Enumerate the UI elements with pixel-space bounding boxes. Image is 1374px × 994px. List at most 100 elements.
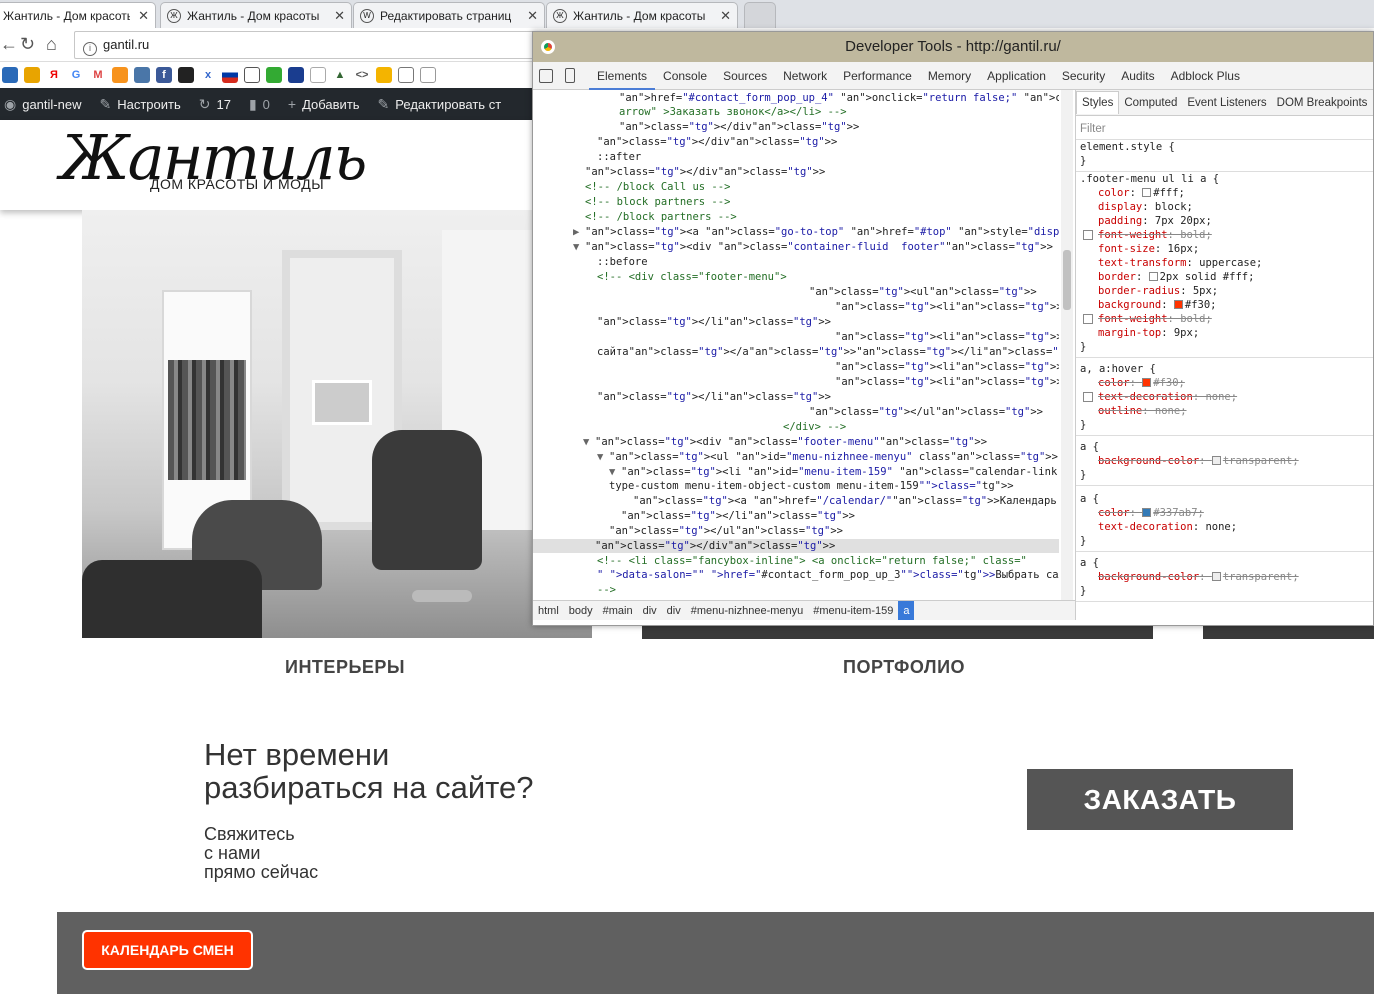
breadcrumb-item[interactable]: #main	[598, 601, 638, 620]
folder-icon[interactable]	[420, 67, 436, 83]
css-declaration[interactable]: color: #337ab7;	[1098, 506, 1204, 520]
new-tab-button[interactable]	[744, 2, 776, 28]
selected-dom-node[interactable]: "an">class="tg"><a "an">href="/calendar/…	[633, 494, 1059, 509]
dom-node-line[interactable]: "an">class="tg"></li"an">class="tg">>	[597, 390, 831, 405]
admin-updates-link[interactable]: ↻ 17	[199, 96, 231, 113]
bookmark-icon[interactable]	[178, 67, 194, 83]
portfolio-title[interactable]: ПОРТФОЛИО	[843, 657, 965, 678]
css-selector[interactable]: a {	[1080, 492, 1099, 506]
dom-node-line[interactable]: "an">class="tg"></ul"an">class="tg">>	[609, 524, 843, 539]
admin-customize-link[interactable]: ✎ Настроить	[99, 96, 180, 113]
devtools-titlebar[interactable]: Developer Tools - http://gantil.ru/	[533, 32, 1373, 62]
expand-arrow-icon[interactable]: ▼	[583, 435, 589, 450]
tab-computed[interactable]: Computed	[1119, 90, 1182, 116]
browser-tab-4[interactable]: Ж Жантиль - Дом красоты ✕	[546, 2, 738, 28]
dom-node-line[interactable]: "an">class="tg"></ul"an">class="tg">>	[809, 405, 1043, 420]
css-declaration[interactable]: color: #f30;	[1098, 376, 1185, 390]
dom-node-line[interactable]: "an">href="#contact_form_pop_up_4" "an">…	[619, 91, 1059, 106]
css-declaration[interactable]: display: block;	[1098, 200, 1193, 214]
address-bar[interactable]: i gantil.ru	[74, 31, 534, 59]
tab-security[interactable]: Security	[1054, 62, 1113, 90]
dom-node-line[interactable]: ▼ "an">class="tg"><ul "an">id="menu-nizhn…	[597, 450, 1058, 465]
dom-node-line[interactable]: "an">class="tg"><li"an">class="tg">>"an"…	[835, 375, 1059, 390]
tab-memory[interactable]: Memory	[920, 62, 979, 90]
css-selector[interactable]: .footer-menu ul li a {	[1080, 172, 1219, 186]
tab-adblock-plus[interactable]: Adblock Plus	[1163, 62, 1248, 90]
breadcrumb-item[interactable]: html	[533, 601, 564, 620]
css-declaration[interactable]: padding: 7px 20px;	[1098, 214, 1212, 228]
dom-node-line[interactable]: ::before	[597, 255, 648, 270]
dom-node-line[interactable]: "an">class="tg"></li"an">class="tg">>	[597, 315, 831, 330]
browser-tab-3[interactable]: W Редактировать страниц ✕	[353, 2, 545, 28]
tab-network[interactable]: Network	[775, 62, 835, 90]
css-selector[interactable]: element.style {	[1080, 140, 1175, 154]
flag-icon[interactable]	[222, 67, 238, 83]
dom-node-line[interactable]: "an">class="tg"><li"an">class="tg">>"an"…	[835, 330, 1059, 345]
bookmark-icon[interactable]: x	[200, 67, 216, 83]
dom-node-line[interactable]: сайта"an">class="tg"></a"an">class="tg">…	[597, 345, 1059, 360]
css-selector[interactable]: }	[1080, 468, 1086, 482]
css-declaration[interactable]: color: #fff;	[1098, 186, 1185, 200]
bookmark-icon[interactable]	[2, 67, 18, 83]
dom-scrollbar[interactable]	[1061, 90, 1073, 600]
bookmark-icon[interactable]	[310, 67, 326, 83]
css-selector[interactable]: }	[1080, 584, 1086, 598]
reload-icon[interactable]: ↻	[20, 34, 35, 54]
odnoklassniki-icon[interactable]	[112, 67, 128, 83]
dom-node-line[interactable]: ::after	[597, 150, 641, 165]
interior-photo[interactable]	[82, 210, 592, 638]
dom-node-line[interactable]: "an">class="tg"></div"an">class="tg">>	[619, 120, 859, 135]
tab-audits[interactable]: Audits	[1113, 62, 1162, 90]
css-selector[interactable]: a, a:hover {	[1080, 362, 1156, 376]
css-selector[interactable]: }	[1080, 154, 1086, 168]
bookmark-icon[interactable]	[24, 67, 40, 83]
scroll-thumb[interactable]	[1063, 250, 1071, 310]
yandex-icon[interactable]: Я	[46, 67, 62, 83]
close-icon[interactable]: ✕	[334, 8, 345, 24]
device-toolbar-icon[interactable]	[565, 68, 575, 83]
breadcrumb-item[interactable]: div	[662, 601, 686, 620]
dom-node-line[interactable]: <!-- /block Call us -->	[585, 180, 730, 195]
css-declaration[interactable]: font-weight: bold;	[1098, 312, 1212, 326]
styles-filter-input[interactable]: Filter	[1076, 116, 1373, 140]
css-declaration[interactable]: background: #f30;	[1098, 298, 1216, 312]
css-declaration[interactable]: border-radius: 5px;	[1098, 284, 1218, 298]
css-declaration[interactable]: background-color: transparent;	[1098, 454, 1299, 468]
breadcrumb-item[interactable]: div	[638, 601, 662, 620]
breadcrumb-item[interactable]: #menu-item-159	[808, 601, 898, 620]
css-selector[interactable]: }	[1080, 340, 1086, 354]
home-icon[interactable]: ⌂	[46, 34, 57, 54]
dom-node-line[interactable]: <!-- <div class="footer-menu">	[597, 270, 787, 285]
dom-node-line[interactable]: arrow" >Заказать звонок</a></li> -->	[619, 105, 847, 120]
inspect-icon[interactable]	[539, 68, 553, 83]
tab-elements[interactable]: Elements	[589, 62, 656, 90]
css-declaration[interactable]: text-decoration: none;	[1098, 390, 1237, 404]
portfolio-photo-strip[interactable]	[592, 625, 1374, 639]
css-selector[interactable]: a {	[1080, 440, 1099, 454]
dom-node-line[interactable]: ▼ "an">class="tg"><div "an">class="contai…	[573, 240, 1053, 255]
bookmark-icon[interactable]	[288, 67, 304, 83]
tab-dom-breakpoints[interactable]: DOM Breakpoints	[1272, 90, 1373, 116]
info-icon[interactable]: i	[83, 42, 97, 56]
dom-node-line[interactable]: ▶ "an">class="tg"><a "an">class="go-to-to…	[573, 225, 1059, 240]
dom-node-line[interactable]: "an">class="tg"></div"an">class="tg">>	[585, 165, 825, 180]
bookmark-icon[interactable]	[244, 67, 260, 83]
expand-arrow-icon[interactable]: ▶	[573, 225, 579, 240]
gmail-icon[interactable]: M	[90, 67, 106, 83]
close-icon[interactable]: ✕	[720, 8, 731, 24]
interiors-title[interactable]: ИНТЕРЬЕРЫ	[285, 657, 405, 678]
css-declaration[interactable]: text-transform: uppercase;	[1098, 256, 1262, 270]
css-declaration[interactable]: font-weight: bold;	[1098, 228, 1212, 242]
css-selector[interactable]: }	[1080, 418, 1086, 432]
calendar-button[interactable]: КАЛЕНДАРЬ СМЕН	[82, 930, 253, 970]
dom-node-line[interactable]: <!-- <li class="fancybox-inline"> <a onc…	[597, 554, 1027, 569]
dom-node-line[interactable]: <!-- /block partners -->	[585, 210, 737, 225]
dom-node-line[interactable]: "an">class="tg"><li"an">class="tg">>"an"…	[835, 360, 1059, 375]
breadcrumb-item[interactable]: a	[898, 601, 915, 620]
breadcrumb-item[interactable]: body	[564, 601, 598, 620]
breadcrumb-item[interactable]: #menu-nizhnee-menyu	[686, 601, 809, 620]
dom-node-line[interactable]: -->	[597, 583, 616, 598]
tab-styles[interactable]: Styles	[1076, 91, 1120, 114]
bookmark-icon[interactable]: ▲	[332, 67, 348, 83]
bookmark-icon[interactable]	[266, 67, 282, 83]
